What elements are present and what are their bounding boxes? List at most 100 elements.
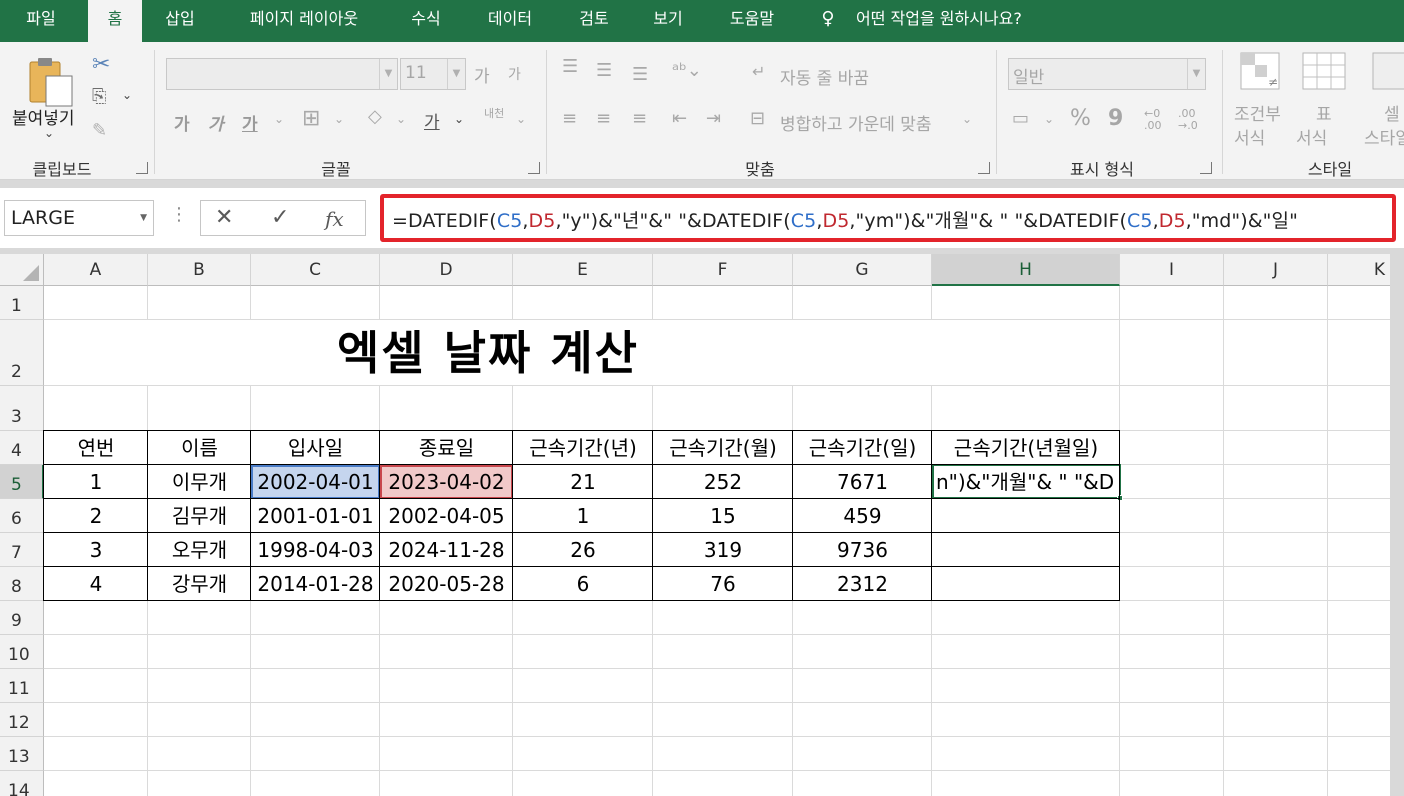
table-cell[interactable]: 김무개: [148, 499, 251, 533]
column-header-j[interactable]: J: [1224, 254, 1328, 286]
fill-color-icon[interactable]: ◇: [368, 106, 382, 127]
column-header-i[interactable]: I: [1120, 254, 1224, 286]
chevron-down-icon[interactable]: ⌄: [274, 112, 284, 126]
table-cell[interactable]: 2002-04-05: [380, 499, 513, 533]
border-icon[interactable]: ⊞: [302, 106, 320, 131]
row-header-2[interactable]: 2: [0, 320, 44, 386]
increase-decimal-button[interactable]: ←0 .00: [1144, 108, 1162, 132]
align-left-icon[interactable]: ≡: [562, 108, 577, 129]
accounting-format-icon[interactable]: ▭: [1012, 108, 1029, 129]
header-cell[interactable]: 근속기간(월): [653, 431, 793, 465]
table-cell[interactable]: 7671: [793, 465, 932, 499]
table-cell[interactable]: 2023-04-02: [380, 465, 513, 499]
cancel-icon[interactable]: ✕: [215, 205, 233, 230]
cell-styles-button[interactable]: 셀 스타일: [1360, 50, 1404, 150]
column-header-d[interactable]: D: [380, 254, 513, 286]
table-cell[interactable]: 21: [513, 465, 653, 499]
row-header-5[interactable]: 5: [0, 465, 44, 499]
row-header-12[interactable]: 12: [0, 703, 44, 737]
table-cell[interactable]: 강무개: [148, 567, 251, 601]
header-cell[interactable]: 근속기간(년): [513, 431, 653, 465]
header-cell[interactable]: 근속기간(일): [793, 431, 932, 465]
tab-formulas[interactable]: 수식: [398, 0, 454, 40]
wrap-text-button[interactable]: 자동 줄 바꿈: [780, 64, 869, 89]
table-cell[interactable]: 76: [653, 567, 793, 601]
row-header-14[interactable]: 14: [0, 771, 44, 796]
phonetic-button[interactable]: 내천: [484, 108, 508, 119]
table-cell[interactable]: [932, 499, 1120, 533]
decrease-indent-icon[interactable]: ⇤: [672, 108, 687, 129]
table-cell[interactable]: 252: [653, 465, 793, 499]
tell-me-search[interactable]: ♀ 어떤 작업을 원하시나요?: [818, 0, 1021, 40]
bold-button[interactable]: 가: [174, 110, 190, 135]
table-cell[interactable]: 6: [513, 567, 653, 601]
table-cell[interactable]: 2001-01-01: [251, 499, 380, 533]
tab-review[interactable]: 검토: [566, 0, 622, 40]
dialog-launcher-icon[interactable]: [136, 162, 148, 174]
table-cell[interactable]: n")&"개월"& " "&D: [932, 465, 1118, 499]
table-cell[interactable]: 2312: [793, 567, 932, 601]
row-header-13[interactable]: 13: [0, 737, 44, 771]
header-cell[interactable]: 종료일: [380, 431, 513, 465]
chevron-down-icon[interactable]: ⌄: [454, 112, 464, 126]
format-as-table-button[interactable]: 표 서식: [1294, 50, 1356, 150]
table-cell[interactable]: 오무개: [148, 533, 251, 567]
header-cell[interactable]: 이름: [148, 431, 251, 465]
font-color-button[interactable]: 가: [424, 108, 440, 133]
chevron-down-icon[interactable]: ⌄: [122, 88, 132, 102]
table-cell[interactable]: 15: [653, 499, 793, 533]
table-cell[interactable]: 2020-05-28: [380, 567, 513, 601]
percent-button[interactable]: %: [1070, 106, 1091, 131]
table-cell[interactable]: 이무개: [148, 465, 251, 499]
tab-help[interactable]: 도움말: [716, 0, 788, 40]
column-header-g[interactable]: G: [793, 254, 932, 286]
dialog-launcher-icon[interactable]: [978, 162, 990, 174]
formula-input[interactable]: =DATEDIF(C5,D5,"y")&"년"&" "&DATEDIF(C5,D…: [380, 194, 1396, 242]
font-name-combo[interactable]: ▼: [166, 58, 398, 90]
tab-insert[interactable]: 삽입: [150, 0, 210, 40]
header-cell[interactable]: 연번: [44, 431, 148, 465]
table-cell[interactable]: [932, 533, 1120, 567]
align-top-icon[interactable]: ☰: [562, 56, 578, 77]
chevron-down-icon[interactable]: ⌄: [962, 112, 972, 126]
paste-button[interactable]: 붙여넣기 ⌄: [8, 48, 88, 148]
column-header-h[interactable]: H: [932, 254, 1120, 286]
chevron-down-icon[interactable]: ⌄: [334, 112, 344, 126]
underline-button[interactable]: 가: [242, 110, 258, 135]
orientation-icon[interactable]: ᵃᵇ⌄: [672, 60, 702, 81]
tab-view[interactable]: 보기: [640, 0, 696, 40]
column-header-b[interactable]: B: [148, 254, 251, 286]
align-middle-icon[interactable]: ☰: [596, 60, 612, 81]
chevron-down-icon[interactable]: ⌄: [516, 112, 526, 126]
format-painter-icon[interactable]: ✎: [92, 120, 107, 141]
vertical-scrollbar[interactable]: [1390, 248, 1404, 796]
tab-page-layout[interactable]: 페이지 레이아웃: [228, 0, 380, 40]
row-header-6[interactable]: 6: [0, 499, 44, 533]
dialog-launcher-icon[interactable]: [528, 162, 540, 174]
row-header-4[interactable]: 4: [0, 431, 44, 465]
grow-font-button[interactable]: 가: [474, 62, 490, 87]
align-right-icon[interactable]: ≡: [632, 108, 647, 129]
font-size-combo[interactable]: 11 ▼: [400, 58, 466, 90]
table-cell[interactable]: 459: [793, 499, 932, 533]
table-cell[interactable]: 2014-01-28: [251, 567, 380, 601]
row-header-1[interactable]: 1: [0, 286, 44, 320]
header-cell[interactable]: 입사일: [251, 431, 380, 465]
row-header-7[interactable]: 7: [0, 533, 44, 567]
align-center-icon[interactable]: ≡: [596, 108, 611, 129]
chevron-down-icon[interactable]: ⌄: [1044, 112, 1054, 126]
shrink-font-button[interactable]: 가: [508, 64, 521, 84]
dialog-launcher-icon[interactable]: [1200, 162, 1212, 174]
table-cell[interactable]: 319: [653, 533, 793, 567]
table-cell[interactable]: 1998-04-03: [251, 533, 380, 567]
conditional-format-button[interactable]: ≠ 조건부 서식: [1230, 50, 1288, 150]
table-cell[interactable]: 9736: [793, 533, 932, 567]
increase-indent-icon[interactable]: ⇥: [706, 108, 721, 129]
row-header-9[interactable]: 9: [0, 601, 44, 635]
number-format-combo[interactable]: 일반 ▼: [1008, 58, 1206, 90]
column-header-c[interactable]: C: [251, 254, 380, 286]
row-header-8[interactable]: 8: [0, 567, 44, 601]
row-header-11[interactable]: 11: [0, 669, 44, 703]
table-cell[interactable]: 2002-04-01: [251, 465, 380, 499]
table-cell[interactable]: 2: [44, 499, 148, 533]
